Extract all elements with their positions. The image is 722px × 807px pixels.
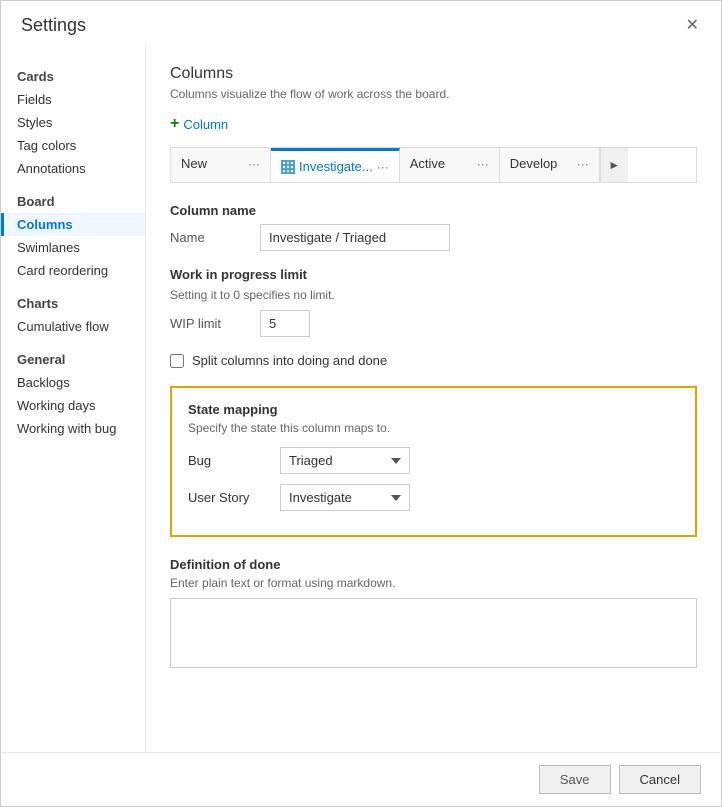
col-tab-active-menu[interactable]: ··· [477, 157, 489, 171]
settings-dialog: Settings ✕ Cards Fields Styles Tag color… [0, 0, 722, 807]
grid-icon [281, 160, 295, 174]
sidebar-item-annotations[interactable]: Annotations [1, 157, 145, 180]
name-row: Name [170, 224, 697, 251]
sidebar-item-swimlanes[interactable]: Swimlanes [1, 236, 145, 259]
plus-icon: + [170, 115, 179, 133]
sidebar: Cards Fields Styles Tag colors Annotatio… [1, 45, 146, 752]
state-row-bug: Bug Triaged Active New Resolved [188, 447, 679, 474]
sidebar-section-board: Board [1, 180, 145, 213]
sidebar-item-tag-colors[interactable]: Tag colors [1, 134, 145, 157]
wip-desc: Setting it to 0 specifies no limit. [170, 288, 697, 302]
wip-section: Work in progress limit Setting it to 0 s… [170, 267, 697, 337]
column-tabs: New ··· Investigate... ··· Ac [170, 147, 697, 183]
sidebar-section-cards: Cards [1, 55, 145, 88]
sidebar-item-fields[interactable]: Fields [1, 88, 145, 111]
wip-row: WIP limit [170, 310, 697, 337]
sidebar-item-cumulative-flow[interactable]: Cumulative flow [1, 315, 145, 338]
dod-section: Definition of done Enter plain text or f… [170, 557, 697, 671]
name-field-label: Name [170, 230, 250, 245]
add-column-label: Column [183, 117, 228, 132]
close-button[interactable]: ✕ [680, 13, 705, 37]
add-column-button[interactable]: + Column [170, 115, 228, 133]
state-row-bug-label: Bug [188, 453, 268, 468]
sidebar-item-columns[interactable]: Columns [1, 213, 145, 236]
dod-label: Definition of done [170, 557, 697, 572]
col-tab-investigate-menu[interactable]: ··· [377, 160, 389, 174]
column-name-label: Column name [170, 203, 697, 218]
dialog-title: Settings [21, 15, 86, 36]
save-button[interactable]: Save [539, 765, 611, 794]
state-mapping-box: State mapping Specify the state this col… [170, 386, 697, 537]
state-select-userstory[interactable]: Investigate Active New Resolved [280, 484, 410, 511]
column-name-section: Column name Name [170, 203, 697, 251]
dialog-body: Cards Fields Styles Tag colors Annotatio… [1, 45, 721, 752]
wip-section-label: Work in progress limit [170, 267, 697, 282]
sidebar-section-general: General [1, 338, 145, 371]
col-tab-investigate-label: Investigate... [281, 159, 373, 174]
col-tab-investigate[interactable]: Investigate... ··· [271, 148, 400, 182]
col-tab-develop[interactable]: Develop ··· [500, 148, 600, 182]
section-title: Columns [170, 65, 697, 83]
col-tab-develop-menu[interactable]: ··· [577, 157, 589, 171]
split-columns-label: Split columns into doing and done [192, 353, 387, 368]
sidebar-item-styles[interactable]: Styles [1, 111, 145, 134]
sidebar-item-card-reordering[interactable]: Card reordering [1, 259, 145, 282]
split-columns-row: Split columns into doing and done [170, 353, 697, 368]
state-row-userstory-label: User Story [188, 490, 268, 505]
state-row-userstory: User Story Investigate Active New Resolv… [188, 484, 679, 511]
sidebar-item-working-days[interactable]: Working days [1, 394, 145, 417]
col-tab-new-label: New [181, 156, 207, 171]
main-content: Columns Columns visualize the flow of wo… [146, 45, 721, 752]
col-tab-active[interactable]: Active ··· [400, 148, 500, 182]
cancel-button[interactable]: Cancel [619, 765, 701, 794]
col-tabs-scroll-right[interactable]: ► [600, 148, 628, 182]
col-tab-new[interactable]: New ··· [171, 148, 271, 182]
section-desc: Columns visualize the flow of work acros… [170, 87, 697, 101]
dod-desc: Enter plain text or format using markdow… [170, 576, 697, 590]
state-mapping-desc: Specify the state this column maps to. [188, 421, 679, 435]
dod-textarea[interactable] [170, 598, 697, 668]
sidebar-section-charts: Charts [1, 282, 145, 315]
title-bar: Settings ✕ [1, 1, 721, 45]
wip-field-label: WIP limit [170, 316, 250, 331]
col-tab-develop-label: Develop [510, 156, 558, 171]
dialog-footer: Save Cancel [1, 752, 721, 806]
sidebar-item-working-with-bug[interactable]: Working with bug [1, 417, 145, 440]
state-select-bug[interactable]: Triaged Active New Resolved [280, 447, 410, 474]
col-tab-active-label: Active [410, 156, 445, 171]
name-input[interactable] [260, 224, 450, 251]
split-columns-checkbox[interactable] [170, 354, 184, 368]
wip-input[interactable] [260, 310, 310, 337]
state-mapping-title: State mapping [188, 402, 679, 417]
col-tab-new-menu[interactable]: ··· [248, 157, 260, 171]
sidebar-item-backlogs[interactable]: Backlogs [1, 371, 145, 394]
